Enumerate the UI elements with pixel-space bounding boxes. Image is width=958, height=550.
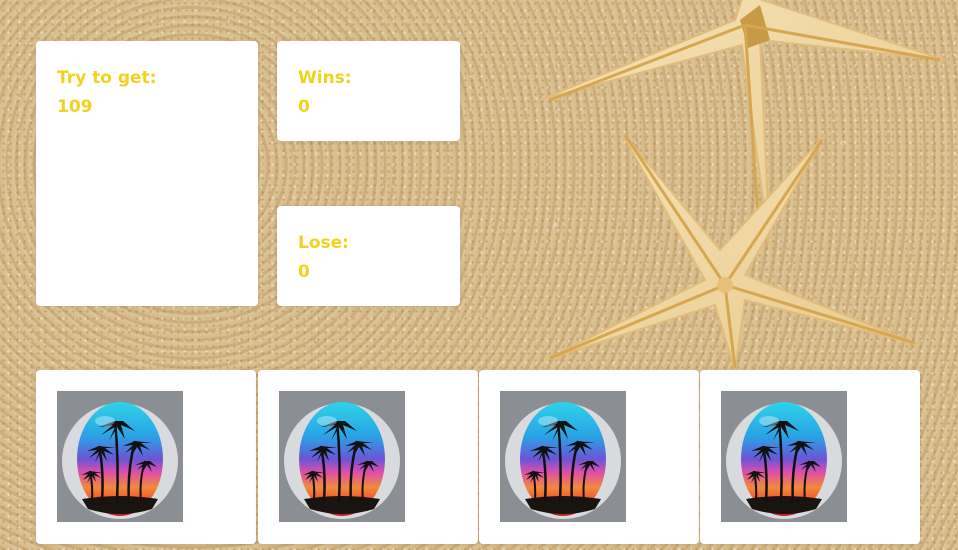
palm-beach-stone-icon: [279, 391, 405, 522]
crystal-button-3[interactable]: [479, 370, 699, 544]
crystal-button-4[interactable]: [700, 370, 920, 544]
crystal-button-2[interactable]: [258, 370, 478, 544]
wins-panel: Wins: 0: [277, 41, 460, 141]
wins-value: 0: [298, 97, 310, 117]
starfish-lower: [544, 129, 921, 371]
lose-label: Lose:: [298, 233, 349, 253]
palm-beach-stone-icon: [721, 391, 847, 522]
lose-panel: Lose: 0: [277, 206, 460, 306]
starfish-upper: [539, 0, 946, 251]
palm-beach-stone-icon: [57, 391, 183, 522]
target-value: 109: [57, 97, 93, 117]
lose-value: 0: [298, 262, 310, 282]
wins-label: Wins:: [298, 68, 352, 88]
target-label: Try to get:: [57, 68, 157, 88]
target-panel: Try to get: 109: [36, 41, 258, 306]
palm-beach-stone-icon: [500, 391, 626, 522]
crystal-button-1[interactable]: [36, 370, 256, 544]
